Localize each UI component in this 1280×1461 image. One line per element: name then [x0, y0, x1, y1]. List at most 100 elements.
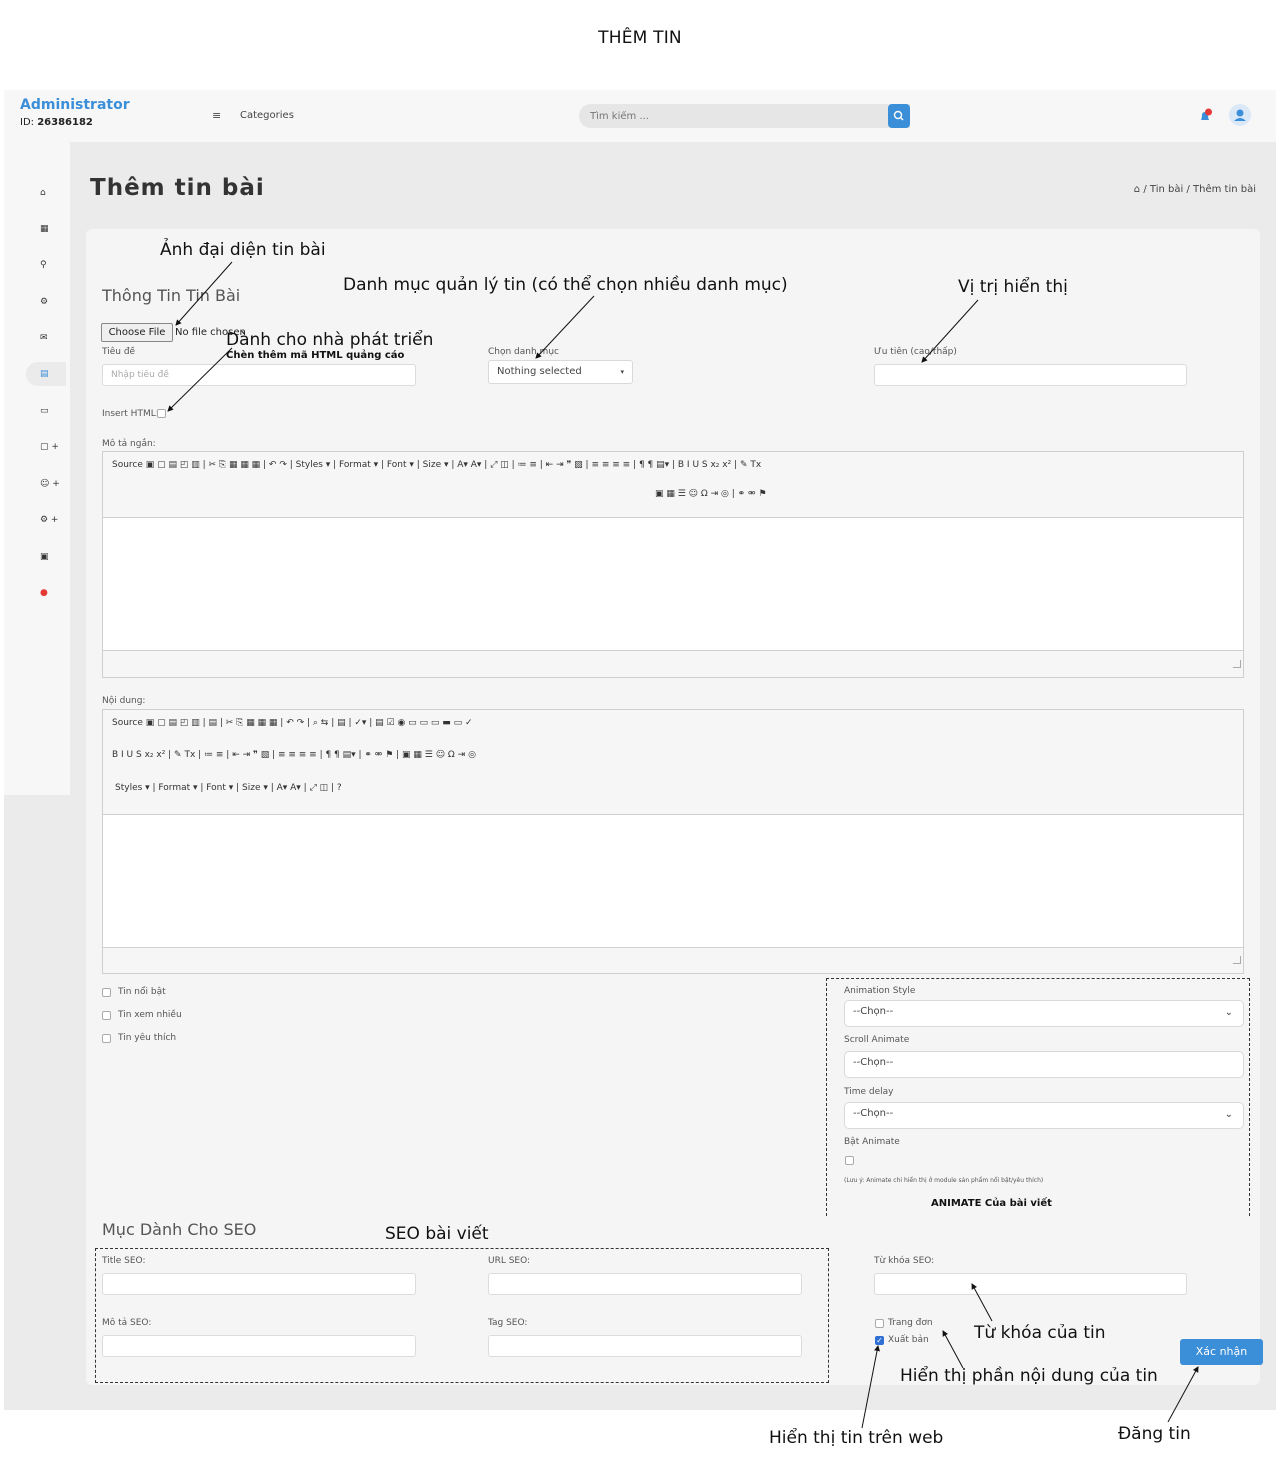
keyword-seo-input[interactable]	[874, 1273, 1187, 1295]
time-delay-select[interactable]: --Chọn-- ⌄	[844, 1102, 1244, 1129]
content-editing-area[interactable]	[103, 814, 1243, 948]
animate-note: (Lưu ý: Animate chỉ hiển thị ở module sả…	[844, 1177, 1044, 1184]
user-id-label: ID:	[20, 117, 35, 128]
gear-icon[interactable]: ⚙	[26, 290, 66, 314]
keyword-seo-label: Từ khóa SEO:	[874, 1256, 935, 1266]
section-seo-title: Mục Dành Cho SEO	[102, 1220, 257, 1239]
notification-bell-icon[interactable]	[1198, 107, 1214, 125]
annotation-seo: SEO bài viết	[385, 1224, 489, 1244]
scroll-animate-label: Scroll Animate	[844, 1035, 910, 1045]
scroll-animate-select[interactable]: --Chọn--	[844, 1051, 1244, 1078]
chevron-down-icon: ⌄	[1224, 1109, 1233, 1120]
short-desc-label: Mô tả ngắn:	[102, 439, 156, 449]
caret-down-icon: ▾	[620, 368, 624, 376]
category-value: Nothing selected	[497, 366, 582, 377]
news-icon[interactable]: ▤	[26, 362, 66, 386]
feature-checkbox-label: Tin yêu thích	[118, 1033, 177, 1043]
search-icon	[893, 110, 904, 121]
user-id-value: 26386182	[37, 117, 93, 128]
home-icon[interactable]: ⌂	[26, 181, 66, 205]
seo-section-frame	[95, 1248, 829, 1383]
single-page-checkbox[interactable]	[875, 1319, 884, 1328]
title-input[interactable]: Nhập tiêu đề	[102, 364, 416, 386]
annotation-position: Vị trị hiển thị	[958, 277, 1068, 297]
breadcrumb-home-icon[interactable]: ⌂	[1134, 184, 1140, 195]
insert-html-checkbox[interactable]	[157, 409, 166, 418]
short-desc-toolbar-row2[interactable]: ▣ ▦ ☰ ☺ Ω ⇥ ◎ | ⚭ ⚮ ⚑	[655, 489, 767, 499]
mail-icon[interactable]: ✉	[26, 326, 66, 350]
page-add-icon[interactable]: ▢ +	[26, 435, 66, 459]
title-seo-label: Title SEO:	[102, 1256, 146, 1266]
annotation-keyword: Từ khóa của tin	[974, 1323, 1106, 1343]
breadcrumb: ⌂ / Tin bài / Thêm tin bài	[1134, 184, 1256, 195]
priority-input[interactable]	[874, 364, 1187, 386]
breadcrumb-separator: /	[1186, 184, 1190, 195]
bat-animate-checkbox[interactable]	[845, 1156, 854, 1165]
animation-style-label: Animation Style	[844, 986, 916, 996]
publish-checkbox[interactable]: ✓	[875, 1336, 884, 1345]
annotation-publish: Đăng tin	[1118, 1424, 1191, 1444]
monitor-icon[interactable]: ▭	[26, 399, 66, 423]
tag-seo-input[interactable]	[488, 1335, 802, 1357]
search-button[interactable]	[888, 104, 910, 128]
tag-seo-label: Tag SEO:	[488, 1318, 528, 1328]
choose-file-button[interactable]: Choose File	[101, 323, 173, 342]
user-add-icon[interactable]: ☺ +	[26, 472, 66, 496]
time-delay-label: Time delay	[844, 1087, 894, 1097]
annotation-developer: Dành cho nhà phát triển	[226, 330, 434, 350]
categories-menu[interactable]: Categories	[240, 110, 294, 121]
time-delay-value: --Chọn--	[853, 1108, 894, 1119]
category-label: Chọn danh mục	[488, 347, 559, 357]
gallery-icon[interactable]: ▣	[26, 545, 66, 569]
insert-html-label: Insert HTML:	[102, 409, 159, 419]
menu-toggle-icon[interactable]: ≡	[212, 109, 221, 122]
feature-checkbox[interactable]	[102, 1034, 111, 1043]
annotation-content-display: Hiển thị phần nội dung của tin	[900, 1366, 1158, 1386]
annotation-animate: ANIMATE Của bài viết	[931, 1198, 1052, 1209]
annotation-developer-sub: Chèn thêm mã HTML quảng cáo	[226, 350, 405, 361]
submit-button[interactable]: Xác nhận	[1180, 1339, 1263, 1365]
content-label: Nội dung:	[102, 696, 146, 706]
short-desc-editing-area[interactable]	[103, 517, 1243, 651]
brand-name[interactable]: Administrator	[20, 97, 130, 113]
content-toolbar-row2[interactable]: B I U S x₂ x² | ✎ Tx | ≔ ≡ | ⇤ ⇥ ❞ ▧ | ≡…	[112, 750, 476, 760]
breadcrumb-separator: /	[1143, 184, 1147, 195]
annotation-category: Danh mục quản lý tin (có thể chọn nhiều …	[343, 275, 788, 295]
bat-animate-label: Bật Animate	[844, 1137, 900, 1147]
annotation-web-display: Hiển thị tin trên web	[769, 1428, 944, 1448]
search-input[interactable]	[579, 104, 879, 128]
page-title: Thêm tin bài	[90, 175, 265, 201]
resize-handle-icon[interactable]	[1233, 660, 1241, 668]
breadcrumb-current: Thêm tin bài	[1193, 184, 1256, 195]
category-select[interactable]: Nothing selected ▾	[488, 360, 633, 384]
chevron-down-icon: ⌄	[1224, 1007, 1233, 1018]
content-toolbar-row3[interactable]: Styles ▾ | Format ▾ | Font ▾ | Size ▾ | …	[115, 783, 342, 793]
settings-add-icon[interactable]: ⚙ +	[26, 508, 66, 532]
document-title: THÊM TIN	[598, 28, 682, 48]
content-toolbar-row1[interactable]: Source ▣ ▢ ▤ ◰ ▥ | ▤ | ✂ ⎘ ▦ ▦ ▦ | ↶ ↷ |…	[112, 718, 473, 728]
breadcrumb-news[interactable]: Tin bài	[1150, 184, 1183, 195]
feature-checkbox[interactable]	[102, 988, 111, 997]
resize-handle-icon[interactable]	[1233, 956, 1241, 964]
priority-label: Ưu tiên (cao/thấp)	[874, 347, 957, 357]
publish-label: Xuất bản	[888, 1335, 929, 1345]
search-box	[579, 104, 910, 128]
desc-seo-label: Mô tả SEO:	[102, 1318, 152, 1328]
url-seo-input[interactable]	[488, 1273, 802, 1295]
title-seo-input[interactable]	[102, 1273, 416, 1295]
feature-checkbox[interactable]	[102, 1011, 111, 1020]
feature-checkbox-label: Tin xem nhiều	[118, 1010, 182, 1020]
animation-style-select[interactable]: --Chọn-- ⌄	[844, 1000, 1244, 1027]
url-seo-label: URL SEO:	[488, 1256, 531, 1266]
user-avatar[interactable]	[1229, 104, 1251, 126]
link-icon[interactable]: ⚲	[26, 253, 66, 277]
single-page-label: Trang đơn	[888, 1318, 933, 1328]
short-desc-toolbar-row1[interactable]: Source ▣ ▢ ▤ ◰ ▥ | ✂ ⎘ ▦ ▦ ▦ | ↶ ↷ | Sty…	[112, 460, 761, 470]
desc-seo-input[interactable]	[102, 1335, 416, 1357]
animation-style-value: --Chọn--	[853, 1006, 894, 1017]
title-label: Tiêu đề	[102, 347, 136, 357]
dashboard-icon[interactable]: ▦	[26, 217, 66, 241]
logout-icon[interactable]: ●	[26, 581, 66, 605]
section-info-title: Thông Tin Tin Bài	[102, 286, 241, 305]
scroll-animate-value: --Chọn--	[853, 1057, 894, 1068]
